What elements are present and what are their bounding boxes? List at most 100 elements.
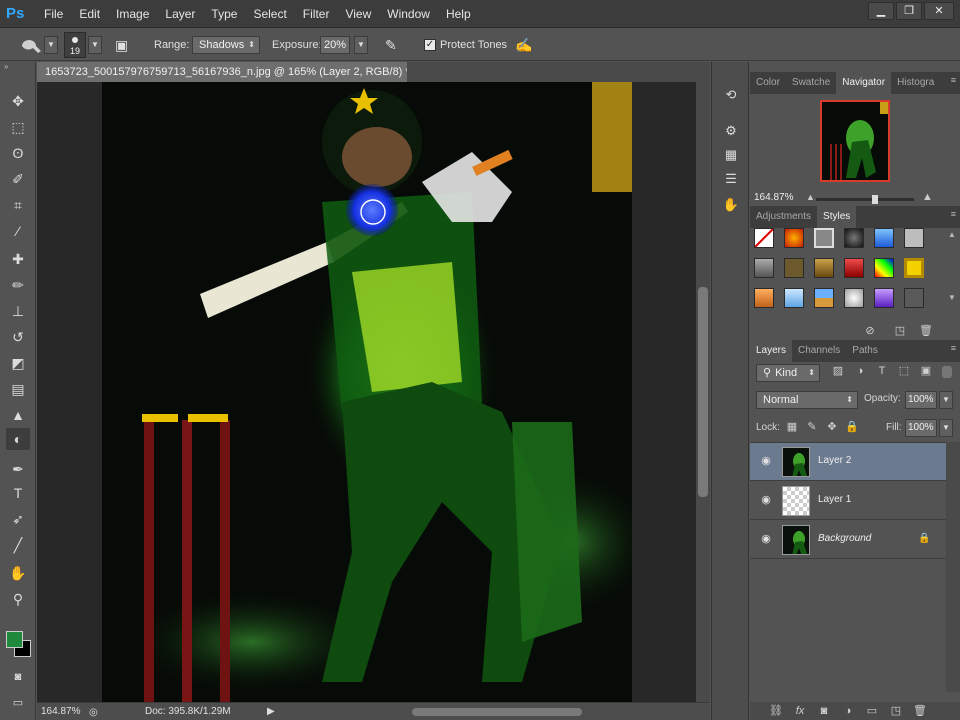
status-info-icon[interactable]: ◎ [89,704,98,720]
actions-panel-icon[interactable]: ☰ [722,170,740,188]
brush-panel-dock-icon[interactable]: ✋ [722,196,740,214]
lock-position-icon[interactable]: ✥ [824,420,840,434]
vertical-scroll-thumb[interactable] [698,287,708,497]
menu-layer[interactable]: Layer [157,0,203,28]
style-charcoal[interactable] [904,288,924,308]
fill-dropdown[interactable]: ▼ [939,419,953,437]
layer-name[interactable]: Layer 2 [818,455,851,466]
horizontal-scroll-thumb[interactable] [412,708,582,716]
style-purple[interactable] [874,288,894,308]
style-dark-sphere[interactable] [844,228,864,248]
tool-preset-dropdown[interactable]: ▼ [44,36,58,54]
menu-image[interactable]: Image [108,0,157,28]
layer-thumbnail[interactable] [782,447,810,477]
quick-select-icon[interactable]: ✐ [6,168,30,190]
style-bronze[interactable] [784,258,804,278]
layer-thumbnail[interactable] [782,525,810,555]
new-style-icon[interactable]: ◳ [892,324,908,338]
blur-icon[interactable]: ▲ [6,404,30,426]
tab-navigator[interactable]: Navigator [836,72,892,94]
document-tab[interactable]: 1653723_500157976759713_56167936_n.jpg @… [37,62,407,82]
history-brush-icon[interactable]: ↺ [6,326,30,348]
move-icon[interactable]: ✥ [6,90,30,112]
tab-styles[interactable]: Styles [817,206,857,228]
pen-icon[interactable]: ✒ [6,458,30,480]
new-group-icon[interactable]: ▭ [864,704,880,718]
path-select-icon[interactable]: ➶ [6,508,30,530]
zoom-icon[interactable]: ⚲ [6,588,30,610]
line-icon[interactable]: ╱ [6,534,30,556]
navigator-zoom-slider[interactable] [816,195,914,204]
status-menu-arrow-icon[interactable]: ▶ [267,703,275,720]
add-mask-icon[interactable]: ◙ [816,704,832,718]
canvas-area[interactable] [37,82,696,702]
layers-scrollbar[interactable] [946,442,960,692]
visibility-eye-icon[interactable]: ◉ [760,494,772,506]
filter-pixel-icon[interactable]: ▨ [830,364,846,378]
navigator-preview[interactable] [820,100,890,182]
dodge-burn-icon[interactable]: ◐ [6,428,30,450]
delete-layer-icon[interactable]: 🗑 [912,704,928,718]
navigator-zoom-value[interactable]: 164.87% [754,192,793,203]
protect-tones-checkbox[interactable]: ✓ [424,39,436,51]
fill-input[interactable]: 100% [905,419,937,437]
style-frame[interactable] [814,228,834,248]
crop-icon[interactable]: ⌗ [6,194,30,216]
style-red[interactable] [844,258,864,278]
filter-type-icon[interactable]: T [874,364,890,378]
tab-layers[interactable]: Layers [750,340,793,362]
menu-file[interactable]: File [36,0,71,28]
vertical-scrollbar[interactable] [696,82,710,702]
foreground-color-swatch[interactable] [6,631,23,648]
brush-preset-picker[interactable]: 19 [64,32,86,58]
style-fire[interactable] [784,228,804,248]
brush-panel-icon[interactable]: ▣ [115,29,128,61]
layer-name[interactable]: Background [818,533,871,544]
zoom-in-icon[interactable]: ▲ [922,191,933,203]
eraser-icon[interactable]: ◩ [6,352,30,374]
filter-toggle[interactable] [942,366,952,378]
hand-icon[interactable]: ✋ [6,562,30,584]
brush-icon[interactable]: ✏ [6,274,30,296]
delete-style-icon[interactable]: 🗑 [918,324,934,338]
eyedropper-icon[interactable]: ⁄ [6,220,30,242]
dodge-tool-icon[interactable] [18,35,44,55]
close-button[interactable]: ✕ [924,2,954,20]
layer-name[interactable]: Layer 1 [818,494,851,505]
lock-transparent-icon[interactable]: ▦ [784,420,800,434]
style-blue-glass[interactable] [874,228,894,248]
opacity-dropdown[interactable]: ▼ [939,391,953,409]
lock-all-icon[interactable]: 🔒 [844,420,860,434]
menu-help[interactable]: Help [438,0,479,28]
menu-window[interactable]: Window [379,0,438,28]
layer-filter-kind[interactable]: ⚲ Kind ⬍ [756,364,820,382]
style-steel[interactable] [754,258,774,278]
style-yellow[interactable] [904,258,924,278]
screen-mode-icon[interactable]: ▭ [6,692,30,714]
new-layer-icon[interactable]: ◳ [888,704,904,718]
menu-filter[interactable]: Filter [295,0,338,28]
info-panel-icon[interactable]: ▦ [722,146,740,164]
exposure-dropdown[interactable]: ▼ [354,36,368,54]
adjustment-layer-icon[interactable]: ◑ [840,704,856,718]
visibility-eye-icon[interactable]: ◉ [760,455,772,467]
style-none[interactable] [754,228,774,248]
lasso-icon[interactable]: ʘ [6,142,30,164]
menu-view[interactable]: View [337,0,379,28]
healing-icon[interactable]: ✚ [6,248,30,270]
visibility-eye-icon[interactable]: ◉ [760,533,772,545]
status-zoom[interactable]: 164.87% [41,703,80,720]
pressure-icon[interactable]: ✍ [515,29,532,61]
cricket-photo[interactable] [102,82,632,702]
brush-size-dropdown[interactable]: ▼ [88,36,102,54]
menu-edit[interactable]: Edit [71,0,108,28]
range-select[interactable]: Shadows ⬍ [192,36,260,54]
layer-style-fx-icon[interactable]: fx [792,704,808,718]
tab-histogram[interactable]: Histogra [891,72,940,94]
filter-adjustment-icon[interactable]: ◑ [852,364,868,378]
airbrush-icon[interactable]: ✎ [385,29,397,61]
menu-type[interactable]: Type [203,0,245,28]
style-sparkle[interactable] [844,288,864,308]
type-icon[interactable]: T [6,482,30,504]
style-sky[interactable] [784,288,804,308]
